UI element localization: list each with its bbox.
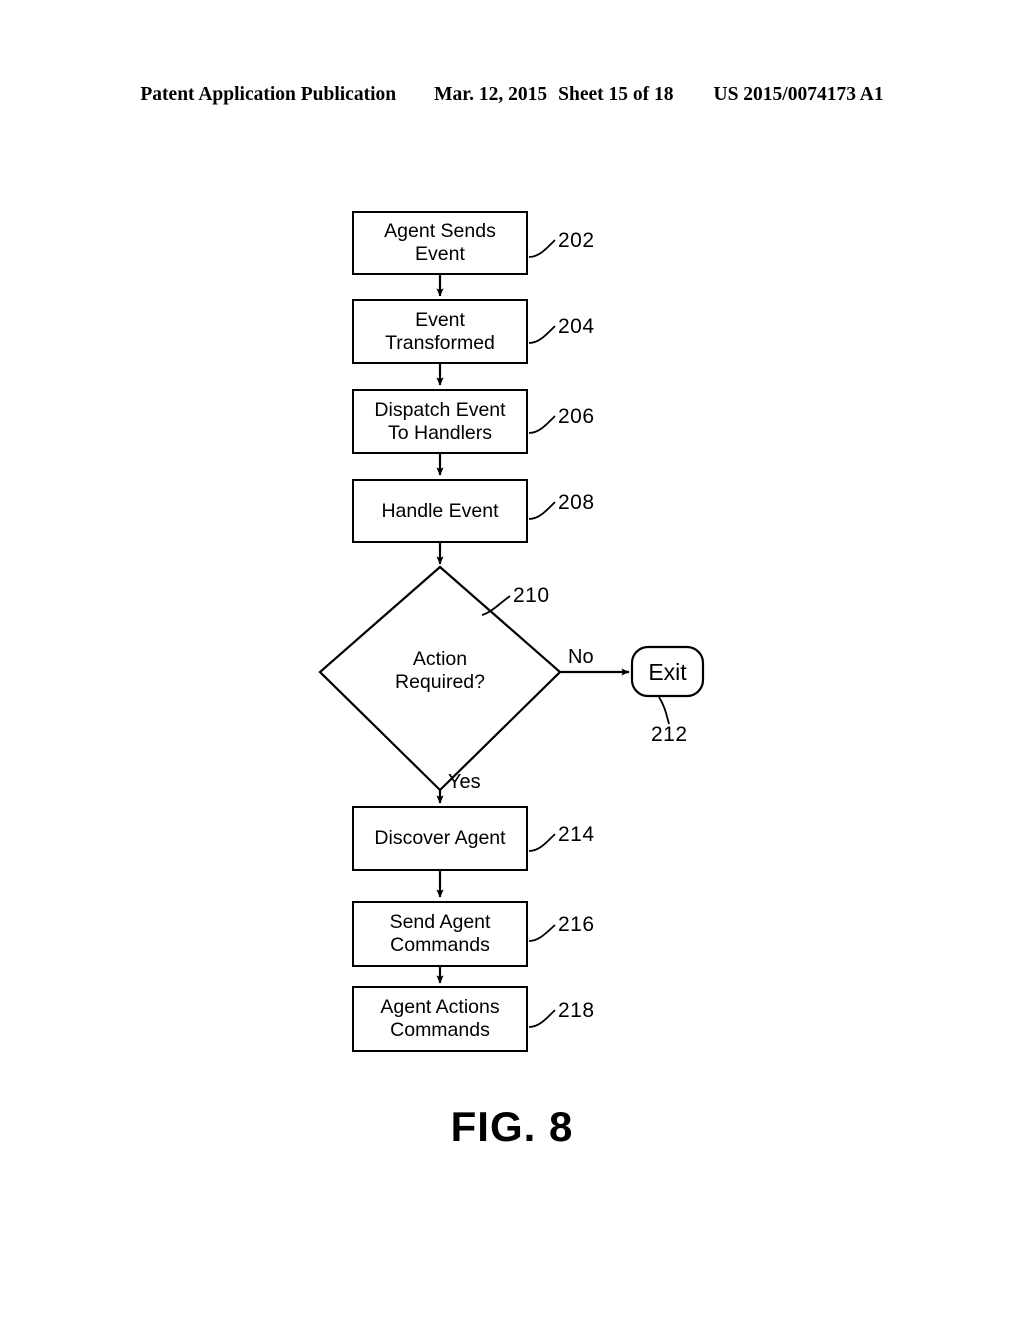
leader-line-218 — [528, 1009, 556, 1028]
reference-numeral-202: 202 — [558, 229, 595, 253]
leader-line-212 — [658, 696, 670, 725]
flow-node-208-label: Handle Event — [381, 499, 499, 522]
flow-node-204-label: Event Transformed — [385, 308, 495, 354]
reference-numeral-212-text: 212 — [651, 723, 688, 746]
branch-label-yes: Yes — [448, 771, 481, 794]
flow-node-218-label: Agent Actions Commands — [380, 996, 500, 1041]
reference-numeral-212: 212 — [651, 723, 688, 747]
branch-label-yes-text: Yes — [448, 771, 481, 793]
flow-node-206-label: Dispatch Event To Handlers — [374, 398, 506, 444]
reference-numeral-202-text: 202 — [558, 229, 595, 252]
flow-node-216-label: Send Agent Commands — [389, 911, 491, 956]
leader-line-204 — [528, 325, 556, 344]
branch-label-no: No — [568, 646, 594, 669]
reference-numeral-216: 216 — [558, 913, 595, 937]
flow-node-212-label: Exit — [648, 659, 687, 685]
flow-node-210-label: Action Required? — [395, 648, 485, 693]
reference-numeral-214: 214 — [558, 823, 595, 847]
reference-numeral-208: 208 — [558, 491, 595, 515]
branch-label-no-text: No — [568, 646, 594, 668]
reference-numeral-216-text: 216 — [558, 913, 595, 936]
flow-node-208[interactable]: Handle Event — [352, 479, 528, 543]
reference-numeral-204: 204 — [558, 315, 595, 339]
leader-line-208 — [528, 501, 556, 520]
leader-line-214 — [528, 833, 556, 852]
flow-node-218[interactable]: Agent Actions Commands — [352, 986, 528, 1052]
figure-caption-text: FIG. 8 — [450, 1103, 574, 1150]
flow-node-202[interactable]: Agent Sends Event — [352, 211, 528, 275]
reference-numeral-214-text: 214 — [558, 823, 595, 846]
flow-node-210-label-wrap[interactable]: Action Required? — [340, 648, 540, 694]
figure-caption: FIG. 8 — [0, 1103, 1024, 1151]
reference-numeral-206-text: 206 — [558, 405, 595, 428]
reference-numeral-208-text: 208 — [558, 491, 595, 514]
leader-line-216 — [528, 924, 556, 942]
reference-numeral-204-text: 204 — [558, 315, 595, 338]
flow-node-216[interactable]: Send Agent Commands — [352, 901, 528, 967]
reference-numeral-210-text: 210 — [513, 584, 550, 607]
flow-node-204[interactable]: Event Transformed — [352, 299, 528, 364]
flow-node-206[interactable]: Dispatch Event To Handlers — [352, 389, 528, 454]
reference-numeral-218-text: 218 — [558, 999, 595, 1022]
flow-node-212-label-wrap[interactable]: Exit — [632, 659, 703, 686]
flow-node-214-label: Discover Agent — [374, 827, 506, 850]
leader-line-202 — [528, 239, 556, 258]
leader-line-206 — [528, 415, 556, 434]
reference-numeral-210: 210 — [513, 584, 550, 608]
reference-numeral-206: 206 — [558, 405, 595, 429]
flow-node-202-label: Agent Sends Event — [384, 220, 496, 265]
reference-numeral-218: 218 — [558, 999, 595, 1023]
flow-node-214[interactable]: Discover Agent — [352, 806, 528, 871]
